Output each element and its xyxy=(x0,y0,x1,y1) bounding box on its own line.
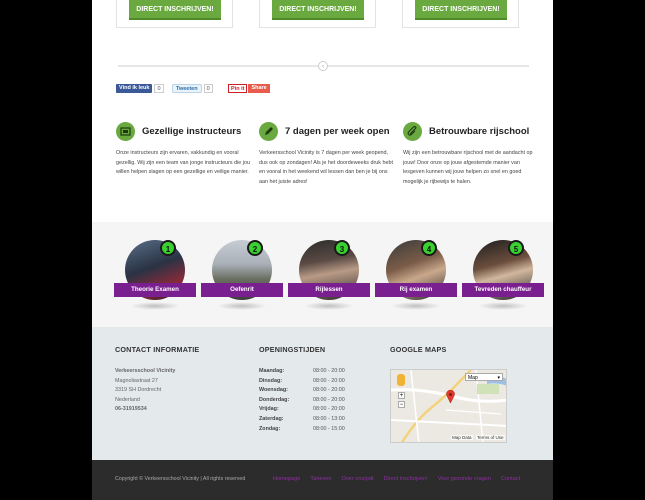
map-marker-icon[interactable] xyxy=(446,389,455,408)
step-label[interactable]: Oefenrit xyxy=(201,283,283,297)
pin-it-button[interactable]: Pin it xyxy=(228,83,248,93)
features-section: DIRECT INSCHRIJVEN! DIRECT INSCHRIJVEN! … xyxy=(92,0,553,222)
twitter-widget[interactable]: Tweeten 0 xyxy=(172,83,213,93)
footer-link-tarieven[interactable]: Tarieven xyxy=(310,476,331,482)
footer-link-homepage[interactable]: Homepage xyxy=(273,476,300,482)
step-rij-examen[interactable]: Rij examen 4 xyxy=(375,240,457,320)
direct-inschrijven-button[interactable]: DIRECT INSCHRIJVEN! xyxy=(272,0,364,20)
step-rijlessen[interactable]: Rijlessen 3 xyxy=(288,240,370,320)
hours-time: 08:00 - 20:00 xyxy=(313,387,345,394)
step-number-badge: 3 xyxy=(334,240,350,256)
contact-city: 3319 SH Dordrecht xyxy=(115,387,162,393)
hours-time: 08:00 - 20:00 xyxy=(313,406,345,413)
feature-text: Wij zijn een betrouwbare rijschool met d… xyxy=(403,150,533,185)
hours-day: Vrijdag: xyxy=(259,406,279,413)
maps-title: GOOGLE MAPS xyxy=(390,345,447,354)
hours-row: Zaterdag: 08:00 - 13:00 xyxy=(259,415,345,425)
contact-title: CONTACT INFORMATIE xyxy=(115,345,200,354)
hours-row: Vrijdag: 08:00 - 20:00 xyxy=(259,405,345,415)
step-number-badge: 5 xyxy=(508,240,524,256)
direct-inschrijven-button[interactable]: DIRECT INSCHRIJVEN! xyxy=(129,0,221,20)
hours-day: Zondag: xyxy=(259,425,281,432)
step-tevreden-chauffeur[interactable]: Tevreden chauffeur 5 xyxy=(462,240,544,320)
facebook-count: 0 xyxy=(154,83,164,93)
hours-row: Zondag: 08:00 - 15:00 xyxy=(259,425,345,435)
hours-title: OPENINGSTIJDEN xyxy=(259,345,326,354)
step-number-badge: 4 xyxy=(421,240,437,256)
step-number-badge: 1 xyxy=(160,240,176,256)
hours-time: 08:00 - 13:00 xyxy=(313,415,345,422)
steps-section: Theorie Examen 1 Oefenrit 2 Rijlessen 3 … xyxy=(92,222,553,327)
twitter-count: 0 xyxy=(203,83,213,93)
feature-title: Betrouwbare rijschool xyxy=(429,126,530,137)
divider-knob-icon: ‹ xyxy=(318,61,328,71)
step-label[interactable]: Tevreden chauffeur xyxy=(462,283,544,297)
footer: Copyright © Verkeersschool Vicinity | Al… xyxy=(92,460,553,500)
page: DIRECT INSCHRIJVEN! DIRECT INSCHRIJVEN! … xyxy=(92,0,553,500)
direct-inschrijven-button[interactable]: DIRECT INSCHRIJVEN! xyxy=(415,0,507,20)
step-shadow xyxy=(391,302,441,310)
footer-link-over-ons[interactable]: Over ons/pdt xyxy=(342,476,374,482)
tweet-button[interactable]: Tweeten xyxy=(172,83,202,93)
hours-row: Woensdag: 08:00 - 20:00 xyxy=(259,386,345,396)
step-label[interactable]: Rij examen xyxy=(375,283,457,297)
hours-time: 08:00 - 20:00 xyxy=(313,368,345,374)
contact-section: CONTACT INFORMATIE Verkeersschool Vicini… xyxy=(92,327,553,460)
step-label[interactable]: Theorie Examen xyxy=(114,283,196,297)
map-terms-link[interactable]: Terms of Use xyxy=(476,435,505,440)
hours-day: Donderdag: xyxy=(259,396,290,403)
copyright-text: Copyright © Verkeersschool Vicinity | Al… xyxy=(115,476,246,482)
contact-name: Verkeersschool Vicinity xyxy=(115,368,176,374)
hours-day: Maandag: xyxy=(259,368,285,374)
pencil-icon xyxy=(259,122,278,141)
hours-row: Dinsdag: 08:00 - 20:00 xyxy=(259,377,345,387)
step-shadow xyxy=(478,302,528,310)
hours-time: 08:00 - 20:00 xyxy=(313,377,345,384)
step-oefenrit[interactable]: Oefenrit 2 xyxy=(201,240,283,320)
map-pegman-icon[interactable] xyxy=(397,374,405,386)
contact-country: Nederland xyxy=(115,396,140,403)
share-button[interactable]: Share xyxy=(248,83,270,93)
contact-address: Verkeersschool Vicinity Magnoliastraat 2… xyxy=(115,367,175,415)
footer-link-vragen[interactable]: Voor gezonde vragen xyxy=(438,476,491,482)
footer-link-contact[interactable]: Contact xyxy=(501,476,520,482)
facebook-like-widget[interactable]: Vind ik leuk 0 xyxy=(116,83,164,93)
pinterest-widget[interactable]: Pin it Share xyxy=(228,83,270,93)
price-box: DIRECT INSCHRIJVEN! xyxy=(259,0,376,28)
step-theorie-examen[interactable]: Theorie Examen 1 xyxy=(114,240,196,320)
feature-text: Verkeersschool Vicinity is 7 dagen per w… xyxy=(259,150,393,185)
hours-day: Dinsdag: xyxy=(259,377,283,384)
contact-phone[interactable]: 06-31919534 xyxy=(115,405,175,415)
map-data-label: Map Data xyxy=(451,435,473,440)
step-label[interactable]: Rijlessen xyxy=(288,283,370,297)
price-box: DIRECT INSCHRIJVEN! xyxy=(402,0,519,28)
google-map[interactable]: Map ▾ + − Map Data Terms of Use xyxy=(390,369,507,443)
step-number-badge: 2 xyxy=(247,240,263,256)
contact-street: Magnoliastraat 27 xyxy=(115,377,158,384)
hours-time: 08:00 - 15:00 xyxy=(313,425,345,432)
map-type-label: Map xyxy=(468,375,478,381)
hours-day: Zaterdag: xyxy=(259,415,284,422)
step-shadow xyxy=(304,302,354,310)
hours-table: Maandag: 08:00 - 20:00 Dinsdag: 08:00 - 20… xyxy=(259,367,345,434)
price-box: DIRECT INSCHRIJVEN! xyxy=(116,0,233,28)
footer-link-direct-inschrijven[interactable]: Direct inschrijven! xyxy=(384,476,428,482)
map-zoom-out-button[interactable]: − xyxy=(398,401,405,408)
map-type-select[interactable]: Map ▾ xyxy=(465,373,503,381)
feature-title: Gezellige instructeurs xyxy=(142,126,242,137)
paperclip-icon xyxy=(403,122,422,141)
footer-nav: Homepage Tarieven Over ons/pdt Direct in… xyxy=(273,476,520,482)
chevron-down-icon: ▾ xyxy=(497,375,500,381)
hours-time: 08:00 - 20:00 xyxy=(313,396,345,403)
step-shadow xyxy=(217,302,267,310)
map-zoom-in-button[interactable]: + xyxy=(398,392,405,399)
feature-title: 7 dagen per week open xyxy=(285,126,390,137)
feature-text: Onze instructeurs zijn ervaren, vakkundi… xyxy=(116,150,250,176)
facebook-like-button[interactable]: Vind ik leuk xyxy=(116,83,153,93)
step-shadow xyxy=(130,302,180,310)
hours-row: Donderdag: 08:00 - 20:00 xyxy=(259,396,345,406)
certificate-icon xyxy=(116,122,135,141)
hours-row: Maandag: 08:00 - 20:00 xyxy=(259,367,345,377)
hours-day: Woensdag: xyxy=(259,387,288,394)
